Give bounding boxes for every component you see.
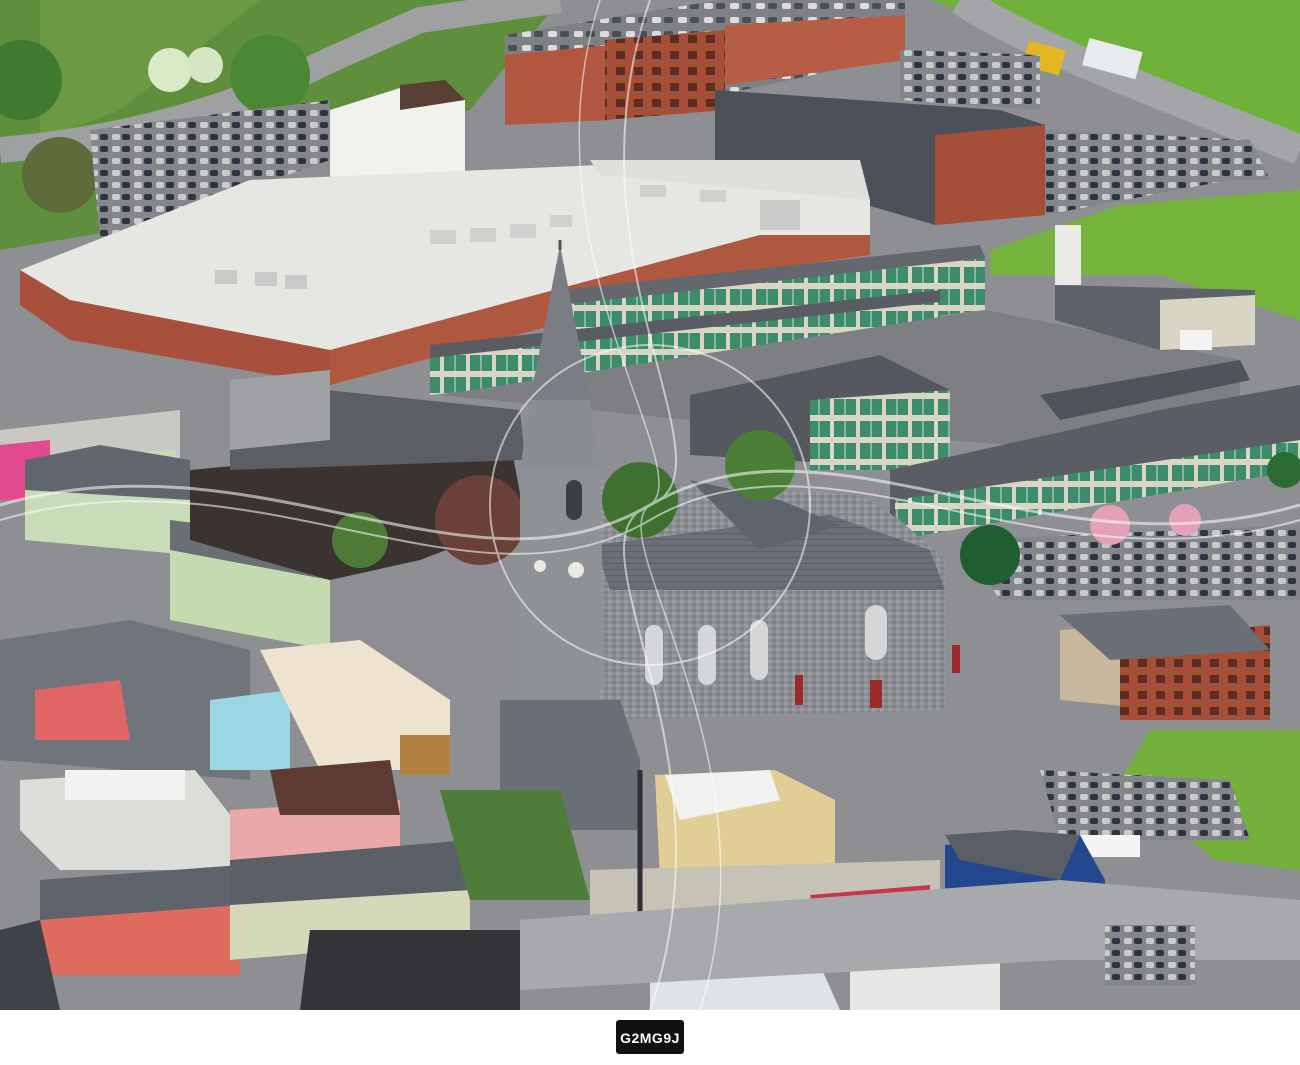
church-door <box>795 675 803 705</box>
tree <box>602 462 678 538</box>
car-park-brick-side <box>505 45 610 125</box>
clock-face-left <box>534 560 546 572</box>
tree <box>230 35 310 115</box>
car-park-brick-tower <box>605 30 725 120</box>
flat-roof-top <box>65 770 185 800</box>
car-park-upper-right <box>900 50 1040 110</box>
church-window <box>645 625 663 685</box>
mural <box>400 735 450 775</box>
clock-face-front <box>568 562 584 578</box>
church-belfry <box>520 400 600 470</box>
cars-on-street <box>1105 925 1195 985</box>
church-window <box>750 620 768 680</box>
aerial-scene <box>0 0 1300 1010</box>
dark-flat-roof <box>300 930 520 1010</box>
copper-beech-tree <box>435 475 525 565</box>
ivy-covered-wall <box>332 512 388 568</box>
image-id: G2MG9J <box>620 1030 680 1046</box>
belfry-window <box>566 480 582 520</box>
blossom-tree <box>187 47 223 83</box>
red-shopfront <box>35 680 130 740</box>
church-window <box>865 605 887 660</box>
tree <box>725 430 795 500</box>
chimney-tower <box>1055 225 1081 285</box>
blossom-tree <box>148 48 192 92</box>
church-door <box>952 645 960 673</box>
aerial-photograph <box>0 0 1300 1010</box>
tree <box>22 137 98 213</box>
car-park-lower-right <box>1040 770 1250 840</box>
grey-hotel-wall <box>230 370 330 450</box>
light-blue-house <box>210 690 290 770</box>
blossom-tree-pink <box>1169 504 1201 536</box>
school-hall-windows <box>810 390 950 470</box>
church-door <box>870 680 882 708</box>
conifer-tree <box>960 525 1020 585</box>
grey-roof-building-brick-end <box>935 125 1045 225</box>
church-window <box>698 625 716 685</box>
church-tower <box>520 470 605 690</box>
white-van <box>1180 330 1212 350</box>
blossom-tree-pink <box>1090 505 1130 545</box>
